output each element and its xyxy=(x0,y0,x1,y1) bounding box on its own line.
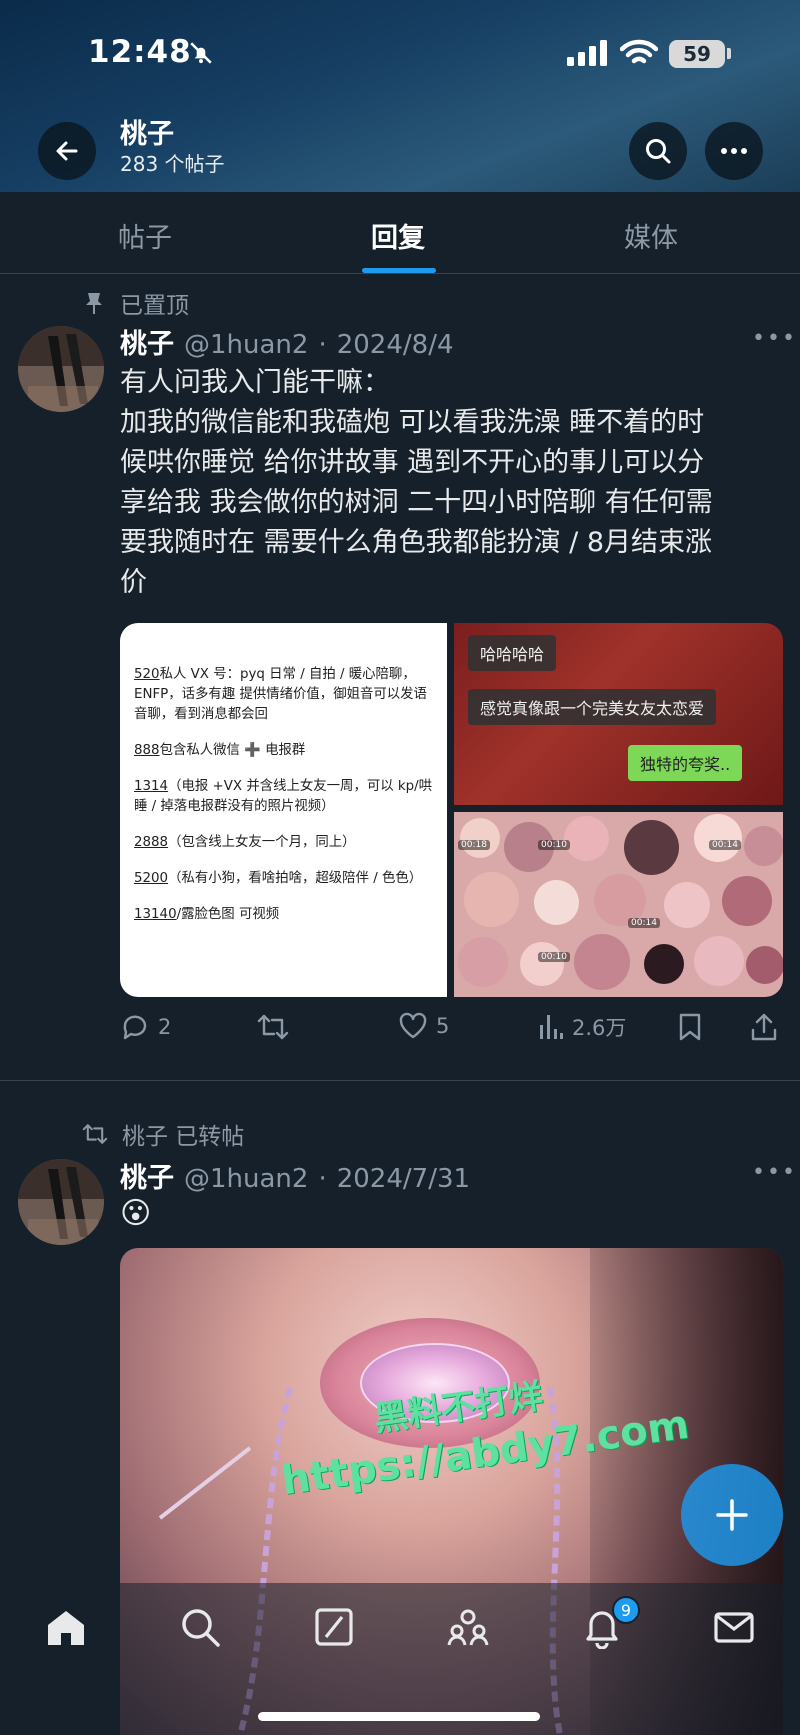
views-button[interactable]: 2.6万 xyxy=(538,1012,626,1042)
reply-button[interactable]: 2 xyxy=(120,1012,171,1042)
avatar-image xyxy=(18,326,104,412)
chat-bubble: 感觉真像跟一个完美女友太恋爱 xyxy=(468,689,717,725)
repost-indicator: 桃子 已转帖 xyxy=(80,1117,244,1151)
bell-off-icon xyxy=(190,42,212,64)
separator-dot: · xyxy=(318,1164,327,1194)
price-item: 5200（私有小狗，看啥拍啥，超级陪伴 / 色色） xyxy=(134,871,423,886)
more-horizontal-icon xyxy=(721,148,747,154)
profile-tabs: 帖子 回复 媒体 xyxy=(0,192,800,274)
price-list-image[interactable]: 520私人 VX 号：pyq 日常 / 自拍 / 暖心陪聊，ENFP，话多有趣 … xyxy=(120,623,447,997)
post-text-line: 要我随时在 需要什么角色我都能扮演 / 8月结束涨 xyxy=(120,527,713,558)
post-date: 2024/8/4 xyxy=(336,330,454,360)
post-header: 桃子 @1huan2 · 2024/8/4 xyxy=(120,322,454,361)
post-text: 有人问我入门能干嘛： 加我的微信能和我磕炮 可以看我洗澡 睡不着的时 候哄你睡觉… xyxy=(120,363,780,603)
author-handle[interactable]: @1huan2 xyxy=(184,1164,308,1194)
plus-icon xyxy=(716,1499,748,1531)
author-handle[interactable]: @1huan2 xyxy=(184,330,308,360)
active-tab-indicator xyxy=(362,268,436,273)
repost-label[interactable]: 桃子 已转帖 xyxy=(122,1117,244,1151)
home-icon[interactable] xyxy=(44,1605,88,1649)
reply-icon xyxy=(123,1015,147,1040)
post-text-line: 候哄你睡觉 给你讲故事 遇到不开心的事儿可以分 xyxy=(120,447,705,478)
post-count: 283 个帖子 xyxy=(120,152,225,176)
reply-count: 2 xyxy=(158,1015,172,1039)
grok-icon[interactable] xyxy=(312,1605,356,1649)
post-media-grid[interactable]: 520私人 VX 号：pyq 日常 / 自拍 / 暖心陪聊，ENFP，话多有趣 … xyxy=(120,623,783,997)
avatar[interactable] xyxy=(18,1159,104,1245)
post-more-button[interactable]: ••• xyxy=(752,1160,797,1185)
video-thumbnails-image[interactable]: 00:18 00:10 00:14 00:14 00:10 xyxy=(454,812,783,997)
like-button[interactable]: 5 xyxy=(398,1012,449,1040)
analytics-icon xyxy=(540,1015,563,1039)
home-indicator[interactable] xyxy=(258,1712,540,1721)
author-name[interactable]: 桃子 xyxy=(120,1156,174,1195)
back-button[interactable] xyxy=(38,122,96,180)
battery-tip xyxy=(727,48,731,59)
post-text-line: 享给我 我会做你的树洞 二十四小时陪聊 有任何需 xyxy=(120,487,713,518)
battery-indicator: 59 xyxy=(669,40,725,68)
post-text-line: 加我的微信能和我磕炮 可以看我洗澡 睡不着的时 xyxy=(120,407,705,438)
post-text-line: 有人问我入门能干嘛： xyxy=(120,367,390,398)
search-button[interactable] xyxy=(629,122,687,180)
post-more-button[interactable]: ••• xyxy=(752,326,797,351)
chat-screenshot-image[interactable]: 哈哈哈哈 感觉真像跟一个完美女友太恋爱 独特的夸奖.. xyxy=(454,623,783,805)
status-bar: 12:48 59 xyxy=(0,0,800,100)
wifi-icon xyxy=(620,39,658,64)
bookmark-button[interactable] xyxy=(678,1012,702,1042)
post-emoji: 😮 xyxy=(120,1196,152,1231)
arrow-left-icon xyxy=(56,141,78,161)
chat-bubble: 哈哈哈哈 xyxy=(468,635,557,671)
view-count: 2.6万 xyxy=(572,1016,627,1040)
messages-icon[interactable] xyxy=(712,1605,756,1649)
price-item: 2888（包含线上女友一个月，同上） xyxy=(134,835,356,850)
notification-badge: 9 xyxy=(612,1596,640,1624)
status-time: 12:48 xyxy=(88,34,192,70)
post-header: 桃子 @1huan2 · 2024/7/31 xyxy=(120,1156,470,1195)
separator-dot: · xyxy=(318,330,327,360)
pinned-indicator: 已置顶 xyxy=(84,286,189,320)
like-count: 5 xyxy=(436,1014,450,1038)
author-name[interactable]: 桃子 xyxy=(120,322,174,361)
post-date: 2024/7/31 xyxy=(336,1164,471,1194)
post-text-line: 价 xyxy=(120,567,147,598)
tab-posts[interactable]: 帖子 xyxy=(118,216,172,255)
share-icon xyxy=(751,1013,777,1041)
repost-icon xyxy=(82,1124,108,1144)
tab-media[interactable]: 媒体 xyxy=(624,216,678,255)
cellular-signal-icon xyxy=(567,40,607,66)
heart-icon xyxy=(399,1012,427,1039)
communities-icon[interactable] xyxy=(446,1605,490,1649)
price-item: 13140/露脸色图 可视频 xyxy=(134,907,280,922)
price-item: 1314（电报 +VX 并含线上女友一周，可以 kp/哄睡 / 掉落电报群没有的… xyxy=(134,779,433,814)
post-divider xyxy=(0,1080,800,1081)
search-icon xyxy=(646,139,671,164)
tab-replies[interactable]: 回复 xyxy=(371,216,425,255)
more-options-button[interactable] xyxy=(705,122,763,180)
bookmark-icon xyxy=(679,1013,701,1041)
profile-name: 桃子 xyxy=(120,119,174,150)
chat-bubble: 独特的夸奖.. xyxy=(628,745,743,781)
profile-header: 12:48 59 桃子 283 个帖子 xyxy=(0,0,800,192)
post-actions: 2 5 2.6万 xyxy=(120,1012,780,1052)
repost-button[interactable] xyxy=(256,1012,290,1042)
pin-icon xyxy=(86,293,102,314)
repost-icon xyxy=(257,1014,289,1040)
share-button[interactable] xyxy=(750,1012,778,1042)
search-icon[interactable] xyxy=(178,1605,222,1649)
compose-fab-button[interactable] xyxy=(681,1464,783,1566)
pinned-label: 已置顶 xyxy=(120,293,189,319)
price-item: 520私人 VX 号：pyq 日常 / 自拍 / 暖心陪聊，ENFP，话多有趣 … xyxy=(134,667,427,722)
avatar[interactable] xyxy=(18,326,104,412)
avatar-image xyxy=(18,1159,104,1245)
price-item: 888包含私人微信 ➕ 电报群 xyxy=(134,743,306,758)
